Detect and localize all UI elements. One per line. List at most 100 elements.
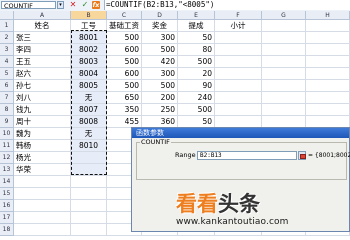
table-cell[interactable]: 钱九	[14, 104, 71, 116]
header-cell[interactable]: 奖金	[142, 20, 178, 32]
table-cell[interactable]	[215, 92, 262, 104]
table-cell[interactable]	[262, 68, 306, 80]
header-cell[interactable]: 基础工资	[107, 20, 142, 32]
table-cell[interactable]	[71, 224, 107, 236]
table-cell[interactable]: 刘八	[14, 92, 71, 104]
table-cell[interactable]	[262, 104, 306, 116]
table-cell[interactable]	[14, 188, 71, 200]
header-cell[interactable]: 姓名	[14, 20, 71, 32]
table-cell[interactable]	[215, 56, 262, 68]
table-cell[interactable]: 500	[178, 56, 215, 68]
table-cell[interactable]: 240	[178, 92, 215, 104]
table-cell[interactable]: 8005	[71, 80, 107, 92]
select-all-corner[interactable]	[0, 11, 14, 20]
table-cell[interactable]: 孙七	[14, 80, 71, 92]
header-cell[interactable]: 小计	[215, 20, 262, 32]
table-cell[interactable]	[215, 68, 262, 80]
table-cell[interactable]	[306, 44, 350, 56]
table-cell[interactable]: 350	[107, 104, 142, 116]
table-cell[interactable]: 500	[142, 44, 178, 56]
table-cell[interactable]: 8004	[71, 68, 107, 80]
column-header-a[interactable]: A	[14, 11, 71, 20]
table-cell[interactable]	[306, 56, 350, 68]
row-header[interactable]: 15	[0, 188, 14, 200]
table-cell[interactable]	[306, 104, 350, 116]
column-header-h[interactable]: H	[306, 11, 350, 20]
table-cell[interactable]: 300	[142, 68, 178, 80]
column-header-e[interactable]: E	[178, 11, 215, 20]
table-cell[interactable]	[215, 32, 262, 44]
table-cell[interactable]: 8008	[71, 116, 107, 128]
table-cell[interactable]	[215, 80, 262, 92]
column-header-g[interactable]: G	[262, 11, 306, 20]
table-cell[interactable]: 500	[107, 32, 142, 44]
table-cell[interactable]: 魏为	[14, 128, 71, 140]
table-cell[interactable]	[71, 176, 107, 188]
row-header[interactable]: 13	[0, 164, 14, 176]
table-cell[interactable]: 600	[107, 44, 142, 56]
table-cell[interactable]: 250	[142, 104, 178, 116]
table-cell[interactable]: 80	[178, 44, 215, 56]
table-cell[interactable]	[262, 56, 306, 68]
table-cell[interactable]: 300	[142, 32, 178, 44]
header-cell[interactable]	[306, 20, 350, 32]
column-header-d[interactable]: D	[142, 11, 178, 20]
table-cell[interactable]	[306, 92, 350, 104]
table-cell[interactable]	[71, 164, 107, 176]
table-cell[interactable]	[306, 32, 350, 44]
table-cell[interactable]	[14, 212, 71, 224]
row-header[interactable]: 3	[0, 44, 14, 56]
column-header-f[interactable]: F	[215, 11, 262, 20]
table-cell[interactable]: 张三	[14, 32, 71, 44]
row-header[interactable]: 18	[0, 224, 14, 236]
table-cell[interactable]: 500	[107, 80, 142, 92]
table-cell[interactable]	[306, 68, 350, 80]
header-cell[interactable]: 提成	[178, 20, 215, 32]
table-cell[interactable]: 200	[142, 92, 178, 104]
table-cell[interactable]: 500	[107, 56, 142, 68]
table-cell[interactable]	[262, 32, 306, 44]
name-box-dropdown-icon[interactable]: ▾	[57, 1, 64, 9]
header-cell[interactable]: 工号	[71, 20, 107, 32]
table-cell[interactable]	[262, 92, 306, 104]
table-cell[interactable]: 周十	[14, 116, 71, 128]
table-cell[interactable]: 李四	[14, 44, 71, 56]
table-cell[interactable]	[306, 80, 350, 92]
table-cell[interactable]: 650	[107, 92, 142, 104]
table-cell[interactable]: 王五	[14, 56, 71, 68]
table-cell[interactable]	[215, 44, 262, 56]
table-cell[interactable]	[71, 212, 107, 224]
dialog-title[interactable]: 函数参数	[132, 128, 349, 138]
row-header[interactable]: 6	[0, 80, 14, 92]
row-header[interactable]: 1	[0, 20, 14, 32]
table-cell[interactable]: 90	[178, 80, 215, 92]
table-cell[interactable]: 500	[178, 104, 215, 116]
row-header[interactable]: 9	[0, 116, 14, 128]
row-header[interactable]: 11	[0, 140, 14, 152]
row-header[interactable]: 7	[0, 92, 14, 104]
row-header[interactable]: 17	[0, 212, 14, 224]
table-cell[interactable]: 无	[71, 128, 107, 140]
table-cell[interactable]: 华荣	[14, 164, 71, 176]
table-cell[interactable]: 8003	[71, 56, 107, 68]
table-cell[interactable]	[215, 104, 262, 116]
table-cell[interactable]: 50	[178, 32, 215, 44]
row-header[interactable]: 10	[0, 128, 14, 140]
table-cell[interactable]: 韩杨	[14, 140, 71, 152]
confirm-formula-icon[interactable]: ✓	[80, 0, 90, 10]
table-cell[interactable]: 杨光	[14, 152, 71, 164]
header-cell[interactable]	[262, 20, 306, 32]
table-cell[interactable]	[71, 200, 107, 212]
row-header[interactable]: 5	[0, 68, 14, 80]
row-header[interactable]: 4	[0, 56, 14, 68]
table-cell[interactable]: 20	[178, 68, 215, 80]
table-cell[interactable]	[14, 224, 71, 236]
table-cell[interactable]: 无	[71, 92, 107, 104]
row-header[interactable]: 14	[0, 176, 14, 188]
row-header[interactable]: 8	[0, 104, 14, 116]
collapse-dialog-icon[interactable]	[298, 151, 306, 160]
column-header-b[interactable]: B	[71, 11, 107, 20]
row-header[interactable]: 12	[0, 152, 14, 164]
row-header[interactable]: 16	[0, 200, 14, 212]
table-cell[interactable]	[262, 80, 306, 92]
